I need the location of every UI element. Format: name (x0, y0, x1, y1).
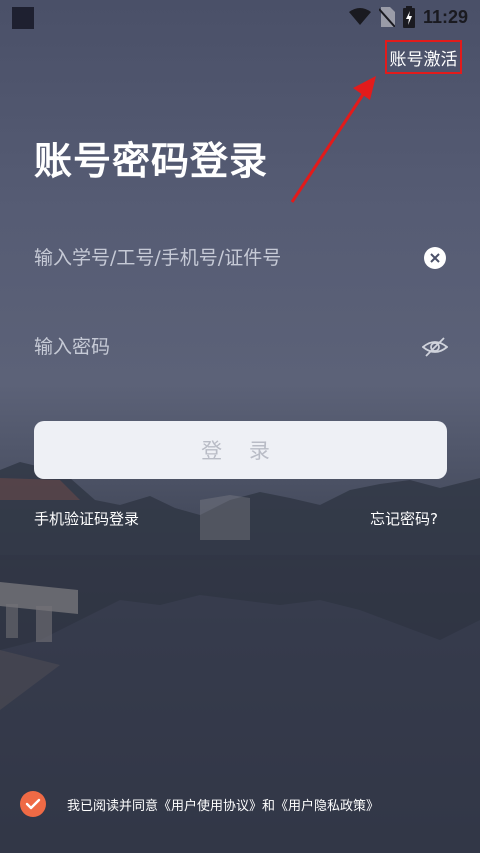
notification-square-icon (12, 7, 34, 29)
battery-charging-icon (402, 6, 415, 28)
checkmark-icon (25, 798, 41, 810)
close-icon (430, 253, 440, 263)
status-bar: 11:29 (0, 0, 480, 34)
password-input[interactable] (34, 327, 404, 367)
status-time: 11:29 (422, 6, 468, 27)
login-button[interactable]: 登 录 (34, 421, 447, 479)
agreement-text: 我已阅读并同意《用户使用协议》和《用户隐私政策》 (67, 795, 379, 814)
account-input[interactable] (34, 238, 404, 278)
agreement-conjunction: 和 (262, 798, 276, 814)
agree-checkbox[interactable] (20, 791, 46, 817)
user-agreement-link[interactable]: 《用户使用协议》 (158, 799, 262, 814)
wifi-icon (348, 8, 371, 25)
sms-login-link[interactable]: 手机验证码登录 (34, 508, 139, 529)
account-field (34, 238, 448, 278)
no-sim-icon (378, 7, 395, 27)
agreement-prefix: 我已阅读并同意 (67, 798, 159, 814)
page-title: 账号密码登录 (34, 139, 269, 183)
forgot-password-link[interactable]: 忘记密码? (370, 508, 438, 529)
agreement-row: 我已阅读并同意《用户使用协议》和《用户隐私政策》 (20, 790, 379, 818)
password-field (34, 327, 448, 367)
privacy-policy-link[interactable]: 《用户隐私政策》 (275, 799, 379, 814)
clear-icon[interactable] (424, 247, 446, 269)
account-activate-link[interactable]: 账号激活 (385, 40, 462, 74)
status-icons: 11:29 (348, 6, 468, 28)
red-arrow-annotation (290, 76, 376, 203)
eye-closed-icon[interactable] (422, 335, 448, 359)
